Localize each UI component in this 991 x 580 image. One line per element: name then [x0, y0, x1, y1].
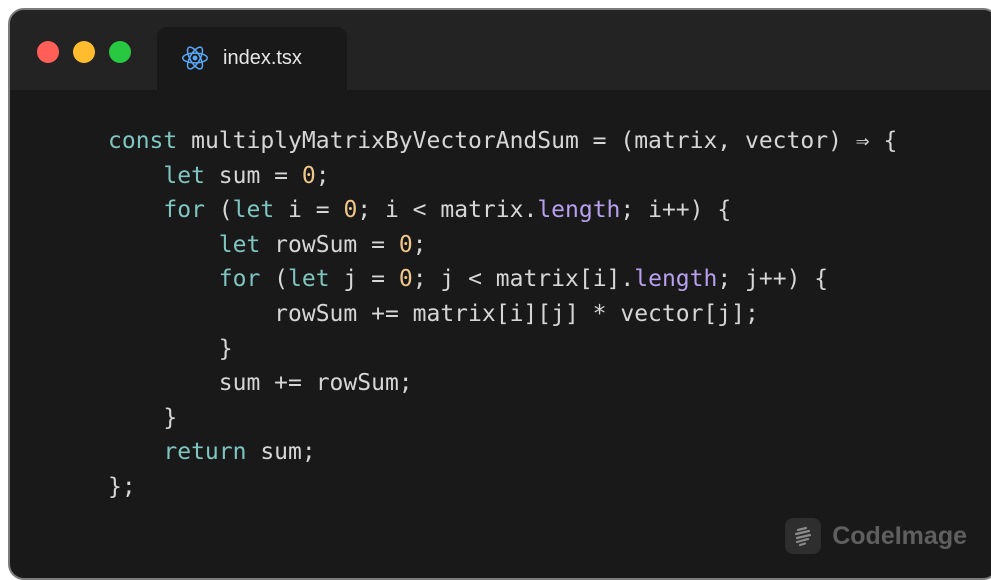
code-token: ( [204, 197, 233, 224]
code-window: index.tsx const multiplyMatrixByVectorAn… [8, 8, 991, 580]
code-token: ; i++) { [620, 197, 732, 224]
code-token: rowSum += matrix[i][j] * vector[j]; [274, 300, 759, 327]
code-token: for [163, 197, 205, 224]
code-token: const [108, 128, 178, 154]
code-token: ; i < matrix. [357, 197, 538, 224]
code-line: for (let i = 0; i < matrix.length; i++) … [108, 193, 897, 228]
code-editor: const multiplyMatrixByVectorAndSum = (ma… [108, 124, 897, 505]
code-line: const multiplyMatrixByVectorAndSum = (ma… [108, 124, 897, 159]
code-token: 0 [398, 266, 413, 293]
code-token: rowSum = [260, 231, 399, 258]
code-line: } [108, 401, 897, 436]
title-bar: index.tsx [10, 10, 991, 90]
code-line: }; [108, 470, 897, 505]
react-icon [181, 46, 209, 70]
code-token: length [537, 197, 621, 224]
code-token: let [218, 231, 261, 258]
code-token: let [232, 197, 275, 224]
code-token: ; [412, 231, 427, 258]
code-line: sum += rowSum; [108, 366, 897, 401]
codeimage-logo-icon [785, 518, 822, 554]
watermark-label: CodeImage [832, 521, 967, 550]
tab-label: index.tsx [223, 47, 302, 69]
code-token: 0 [398, 231, 413, 258]
code-token: ; j < matrix[i]. [412, 266, 635, 293]
code-token: for [218, 266, 261, 293]
code-token: sum += rowSum; [218, 370, 413, 397]
code-token: ; j++) { [717, 266, 829, 293]
minimize-window-button[interactable] [73, 41, 95, 63]
code-token: 0 [343, 197, 358, 224]
code-token: sum; [246, 439, 316, 466]
close-window-button[interactable] [37, 41, 59, 63]
code-line: } [108, 332, 897, 367]
code-line: let sum = 0; [108, 159, 897, 194]
maximize-window-button[interactable] [109, 41, 131, 63]
code-token: }; [108, 473, 136, 500]
code-token: ; [315, 162, 330, 189]
code-line: rowSum += matrix[i][j] * vector[j]; [108, 297, 897, 332]
code-token: let [288, 266, 330, 293]
code-token: let [163, 162, 205, 189]
code-token: 0 [301, 162, 316, 189]
code-token: } [218, 335, 233, 362]
code-token: return [163, 439, 247, 466]
code-token: ( [260, 266, 289, 293]
code-token: length [634, 266, 718, 293]
code-line: return sum; [108, 435, 897, 470]
code-token: sum = [204, 162, 302, 189]
code-token: multiplyMatrixByVectorAndSum = (matrix, … [177, 128, 898, 154]
codeimage-watermark: CodeImage [785, 516, 967, 556]
tab-index-tsx[interactable]: index.tsx [157, 27, 347, 90]
code-line: let rowSum = 0; [108, 228, 897, 263]
code-line: for (let j = 0; j < matrix[i].length; j+… [108, 262, 897, 297]
code-token: } [163, 404, 178, 431]
code-token: i = [274, 197, 344, 224]
code-token: j = [329, 266, 399, 293]
